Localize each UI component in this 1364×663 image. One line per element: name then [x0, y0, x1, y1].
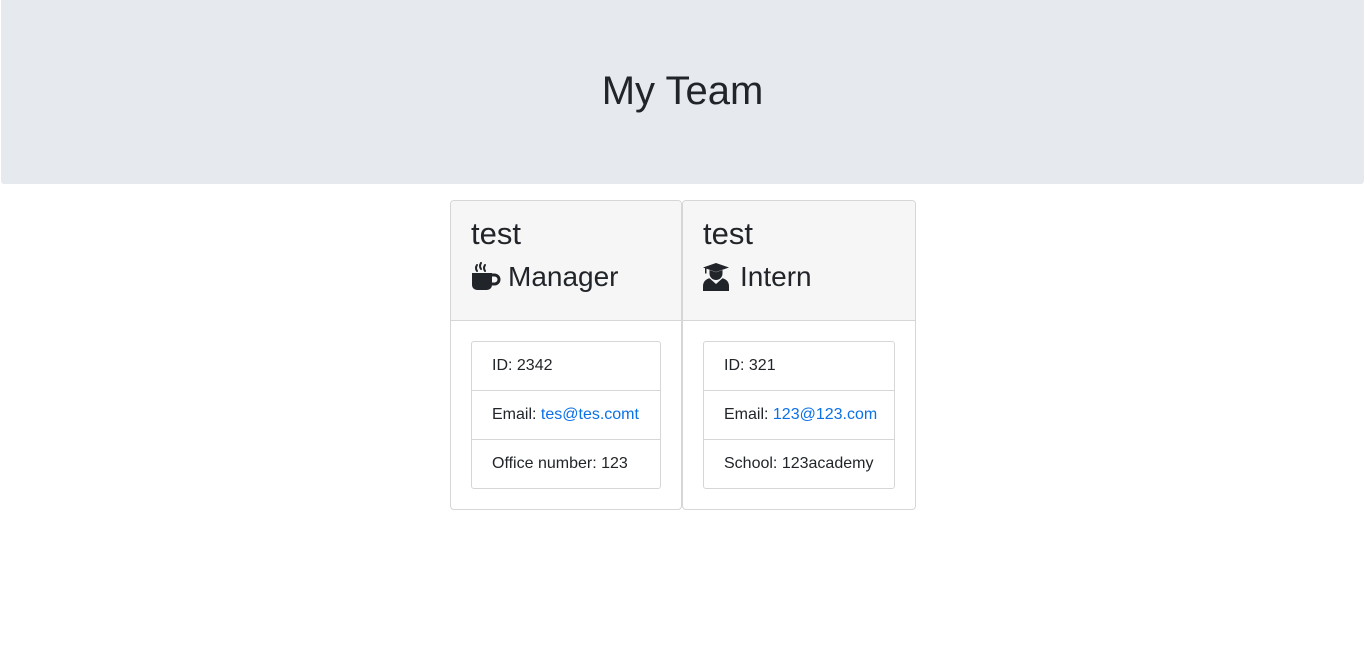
- info-list: ID: 321 Email: 123@123.com School: 123ac…: [703, 341, 895, 489]
- coffee-mug-icon: [471, 262, 501, 292]
- list-item-id: ID: 321: [704, 342, 894, 391]
- id-label: ID:: [492, 357, 513, 374]
- school-label: School:: [724, 455, 778, 472]
- card-body: ID: 321 Email: 123@123.com School: 123ac…: [683, 321, 915, 509]
- id-label: ID:: [724, 357, 745, 374]
- page-header: My Team: [1, 0, 1364, 184]
- graduate-icon: [703, 262, 733, 292]
- email-link[interactable]: tes@tes.comt: [541, 406, 639, 424]
- list-item-id: ID: 2342: [472, 342, 660, 391]
- role-label: Manager: [508, 261, 619, 292]
- page-title: My Team: [601, 68, 764, 113]
- office-number-label: Office number:: [492, 455, 597, 472]
- id-value: 321: [748, 357, 776, 374]
- list-item-school: School: 123academy: [704, 440, 894, 488]
- card-header: test Manager: [451, 201, 681, 321]
- employee-card-manager: test Manager ID: 2342 Email: tes@tes.com…: [450, 200, 682, 510]
- employee-role: Manager: [471, 262, 661, 292]
- id-value: 2342: [516, 357, 553, 374]
- email-label: Email:: [724, 406, 769, 423]
- card-header: test Intern: [683, 201, 915, 321]
- office-number-value: 123: [601, 455, 628, 472]
- email-label: Email:: [492, 406, 537, 423]
- card-body: ID: 2342 Email: tes@tes.comt Office numb…: [451, 321, 681, 509]
- role-label: Intern: [740, 261, 812, 292]
- list-item-office-number: Office number: 123: [472, 440, 660, 488]
- list-item-email: Email: 123@123.com: [704, 391, 894, 440]
- employee-card-intern: test Intern ID: 321 Email: 123@123.com S…: [682, 200, 916, 510]
- employee-name: test: [703, 216, 753, 251]
- school-value: 123academy: [781, 455, 874, 472]
- info-list: ID: 2342 Email: tes@tes.comt Office numb…: [471, 341, 661, 489]
- list-item-email: Email: tes@tes.comt: [472, 391, 660, 440]
- employee-role: Intern: [703, 262, 895, 292]
- email-link[interactable]: 123@123.com: [773, 406, 877, 424]
- team-cards: test Manager ID: 2342 Email: tes@tes.com…: [450, 200, 916, 510]
- employee-name: test: [471, 216, 521, 251]
